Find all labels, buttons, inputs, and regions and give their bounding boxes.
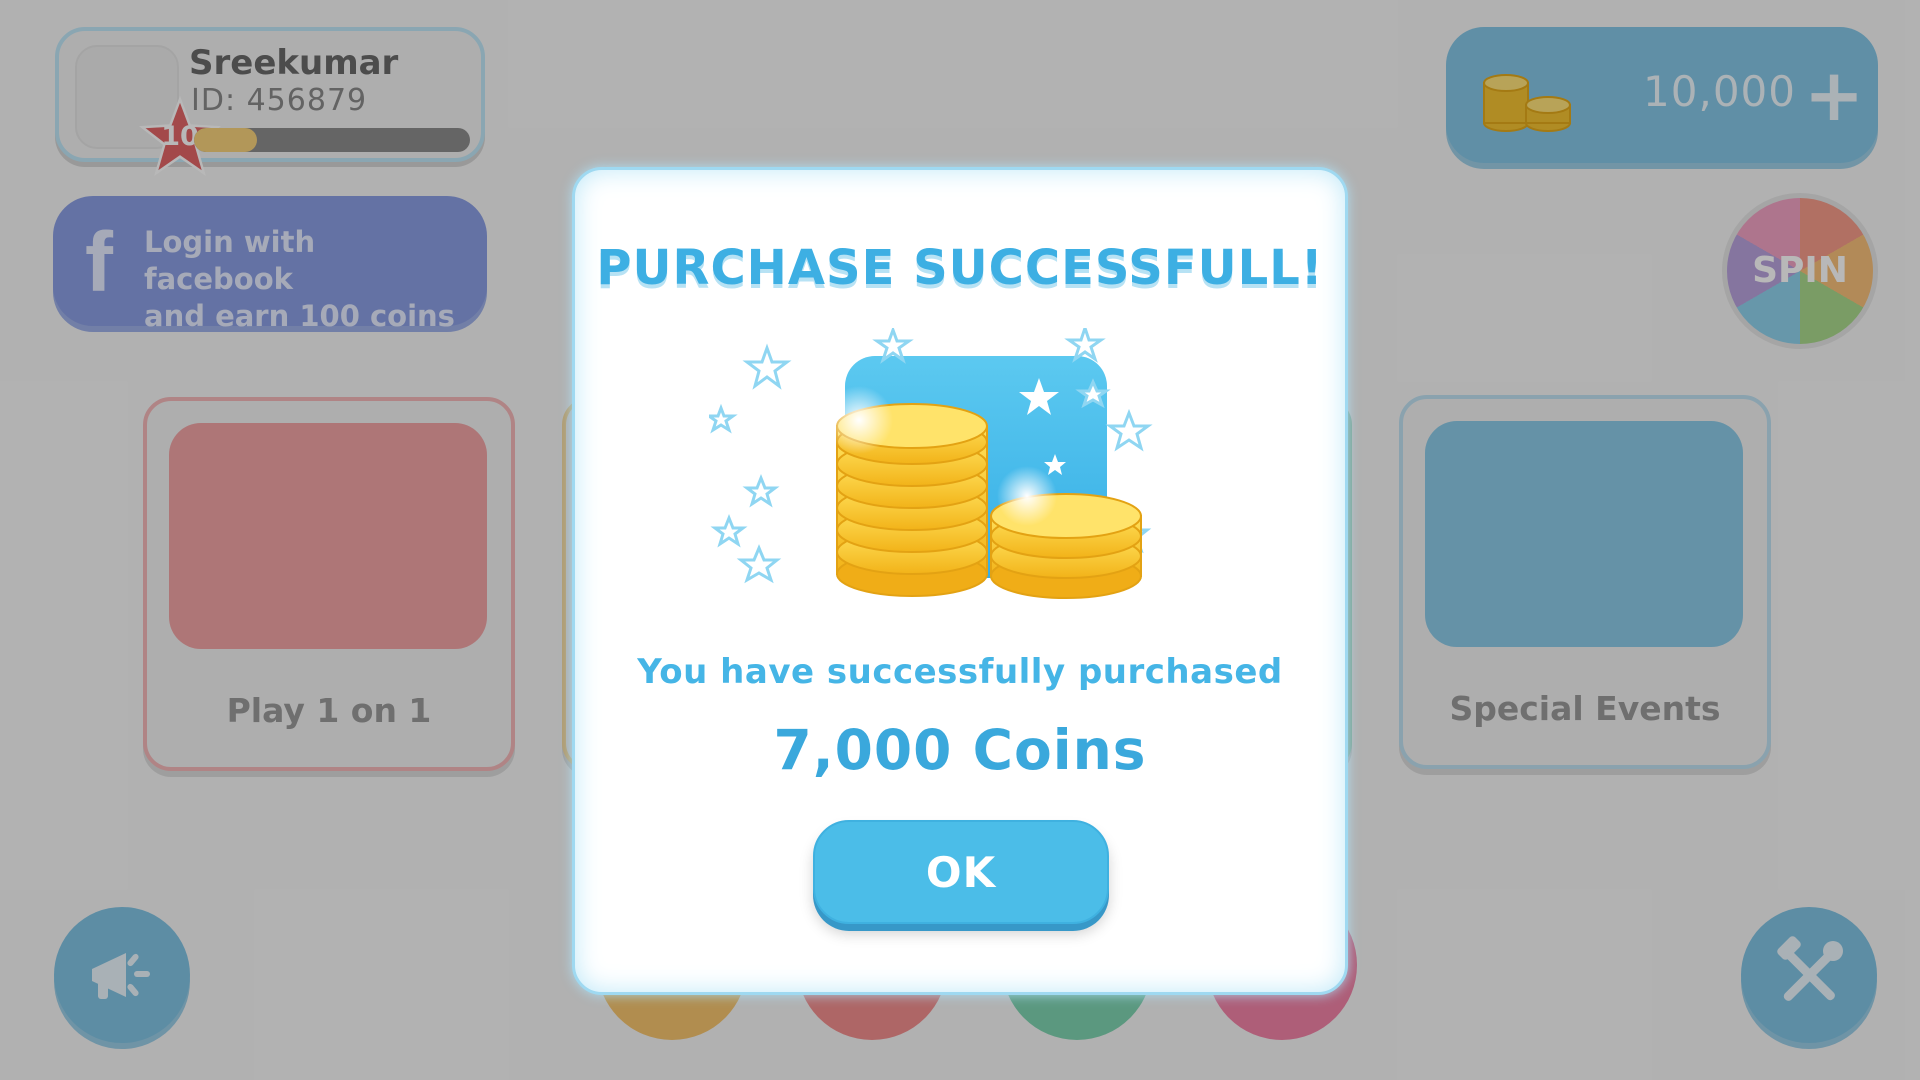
ok-button[interactable]: OK xyxy=(813,820,1109,924)
purchase-success-dialog: PURCHASE SUCCESSFULL! You have successfu… xyxy=(572,167,1348,995)
purchased-amount: 7,000 Coins xyxy=(773,718,1147,782)
coins-reward-icon xyxy=(709,328,1153,599)
dialog-title: PURCHASE SUCCESSFULL! xyxy=(596,240,1324,296)
ok-button-label: OK xyxy=(925,848,997,897)
dialog-message: You have successfully purchased xyxy=(637,652,1283,692)
